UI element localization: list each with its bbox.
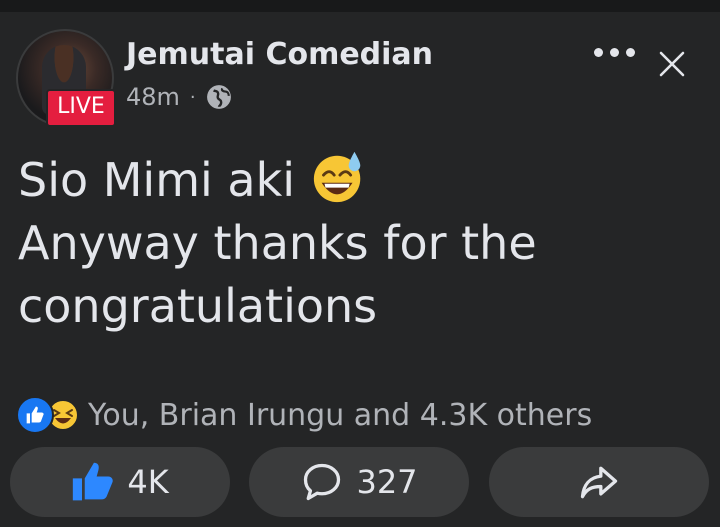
globe-icon[interactable]: [206, 84, 232, 110]
more-dot: [594, 48, 603, 57]
more-options-icon[interactable]: [594, 48, 635, 57]
post-text: Sio Mimi aki Anyway thanks for the congr…: [18, 148, 708, 338]
reaction-text: You, Brian Irungu and 4.3K others: [88, 397, 593, 433]
post-line: Anyway thanks for the: [18, 216, 537, 270]
post-meta: 48m ·: [126, 83, 232, 111]
action-bar: 4K 327: [10, 447, 710, 517]
like-button[interactable]: 4K: [10, 447, 230, 517]
like-reaction-icon: [16, 396, 54, 434]
comment-button[interactable]: 327: [249, 447, 469, 517]
post-line-text: Sio Mimi aki: [18, 153, 296, 207]
close-icon[interactable]: [658, 50, 686, 78]
more-dot: [626, 48, 635, 57]
reaction-summary[interactable]: You, Brian Irungu and 4.3K others: [16, 396, 592, 434]
more-dot: [610, 48, 619, 57]
share-button[interactable]: [489, 447, 709, 517]
top-bar: [0, 0, 720, 12]
post-time[interactable]: 48m: [126, 83, 180, 111]
comment-count: 327: [356, 463, 418, 501]
thumbs-up-icon: [73, 462, 114, 501]
comment-bubble-icon: [304, 463, 341, 501]
meta-separator: ·: [189, 86, 196, 108]
post-line: congratulations: [18, 279, 378, 333]
share-arrow-icon: [580, 466, 618, 499]
like-count: 4K: [127, 463, 169, 501]
grinning-face-with-sweat-emoji: [313, 151, 360, 203]
author-name[interactable]: Jemutai Comedian: [126, 37, 433, 72]
post-line: Sio Mimi aki: [18, 148, 708, 212]
live-badge: LIVE: [46, 89, 116, 127]
